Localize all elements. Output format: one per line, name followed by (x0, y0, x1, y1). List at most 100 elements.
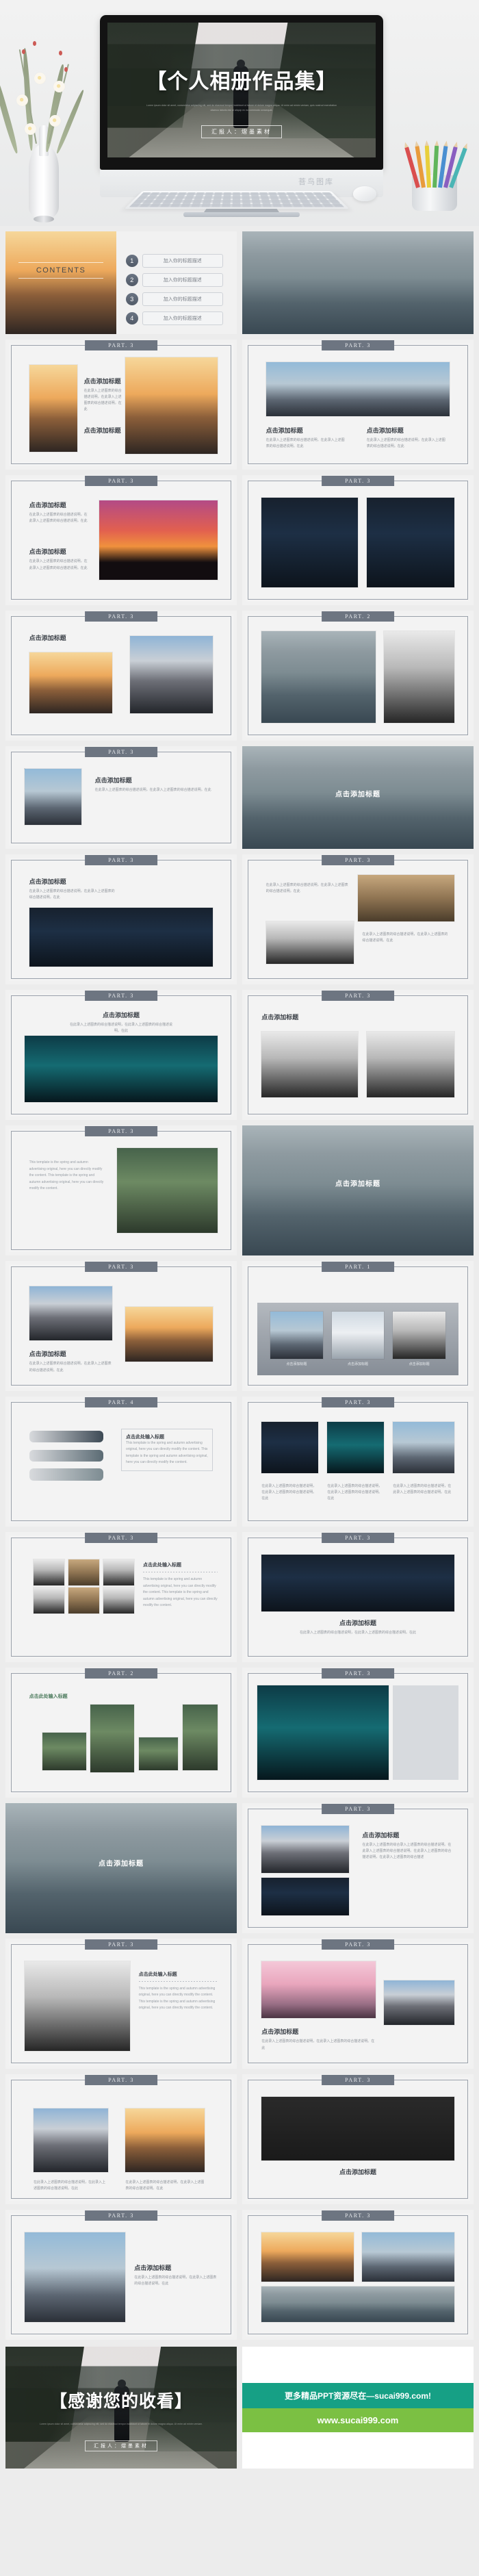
photo-placeholder (384, 630, 454, 723)
slide-surface: PART. 3 点击添加标题 在此录入上述图表的综合录入上述图表的综合描述说明。… (246, 1804, 470, 1930)
photo-placeholder (129, 635, 213, 714)
overlay-title: 点击添加标题 (335, 791, 380, 799)
slide-thumb-dark-city-text[interactable]: PART. 3 点击添加标题 在此录入上述图表的综合描述说明，在此录入上述图表的… (5, 854, 237, 984)
slide-thumb-venice-full[interactable] (242, 231, 474, 334)
slide-title: 点击添加标题 (83, 377, 121, 385)
slide-thumb-tech-night[interactable]: PART. 3 点击添加标题 在此录入上述图表的综合描述说明，在此录入上述图表的… (5, 990, 237, 1120)
photo-placeholder (331, 1312, 385, 1360)
part-tag: PART. 3 (322, 991, 394, 1001)
slide-thumb-cityscape-gray-panel[interactable]: PART. 3 (242, 1668, 474, 1798)
slide-thumb-venice-boats[interactable]: PART. 2 (242, 611, 474, 741)
text-block: 点击此处输入标题 This template is the spring and… (143, 1561, 218, 1609)
slide-body-en: This template is the spring and autumn a… (138, 1986, 216, 2011)
text-block: 在此录入上述图表的综合描述说明，在此录入上述图表的综合描述说明。在此 (261, 1481, 318, 1503)
venice-photo (242, 231, 474, 334)
contents-photo (5, 231, 117, 334)
text-block: 点击添加标题 在此录入上述图表的综合描述说明，在此录入上述图表的综合描述说明。在… (68, 1010, 174, 1035)
slide-thumb-skyline-pair[interactable]: PART. 3 点击添加标题 (5, 611, 237, 741)
slide-thumb-venice-overlay[interactable]: 点击添加标题 (242, 1125, 474, 1255)
slide-thumb-gradient-bars[interactable]: PART. 4 点击此处输入标题 This template is the sp… (5, 1397, 237, 1527)
slide-thumb-night-split[interactable]: PART. 3 (242, 475, 474, 605)
part-tag: PART. 3 (85, 611, 157, 622)
part-tag: PART. 3 (85, 476, 157, 486)
slide-thumb-two-towers[interactable]: PART. 3 在此录入上述图表的综合描述说明，在此录入上述图表的综合描述说明。… (5, 2074, 237, 2204)
slide-body: 在此录入上述图表的综合描述说明，在此录入上述图表的综合描述说明。在此 (29, 1362, 112, 1373)
slide-thumb-city-panorama[interactable]: PART. 3 点击添加标题 在此录入上述图表的综合描述说明，在此录入上述图表的… (242, 340, 474, 470)
slide-thumb-mosaic-gray[interactable]: PART. 3 点击此处输入标题 This template is the sp… (5, 1532, 237, 1662)
slide-surface: 点击添加标题 (5, 1803, 237, 1933)
photo-placeholder (261, 498, 358, 587)
slide-thumb-coast-collage[interactable]: PART. 3 点击添加标题 在此录入上述图表的综合描述说明，在此录入上述图表的… (5, 746, 237, 849)
photo-placeholder (25, 768, 82, 825)
panel-caption: 点击添加标题 (347, 1362, 368, 1366)
slide-body-en: This template is the spring and autumn a… (126, 1440, 208, 1465)
slide-thumb-night-city-text[interactable]: PART. 3 点击添加标题 在此录入上述图表的综合描述说明，在此录入上述图表的… (242, 1532, 474, 1662)
photo-placeholder (257, 1685, 389, 1780)
slide-thumb-colosseum-mono[interactable]: PART. 3 点击添加标题 (242, 990, 474, 1120)
slide-thumb-pink-skyline[interactable]: PART. 3 点击添加标题 在此录入上述图表的综合描述说明，在此录入上述图表的… (242, 1939, 474, 2069)
text-block: 点击添加标题 在此录入上述图表的综合描述说明，在此录入上述图表的综合描述说明。在… (84, 377, 124, 413)
slide-thumb-venice-hero[interactable]: 点击添加标题 (5, 1803, 237, 1933)
thank-you-subtext: Lorem ipsum dolor sit amet, consectetur … (39, 2423, 203, 2426)
slide-thumb-sunset-duo[interactable]: PART. 3 点击添加标题 在此录入上述图表的综合描述说明，在此录入上述图表的… (5, 340, 237, 470)
slide-thumb-collage-text[interactable]: PART. 3 点击添加标题 在此录入上述图表的综合录入上述图表的综合描述说明。… (242, 1803, 474, 1933)
slide-thumb-sunset-lamps[interactable]: PART. 3 点击添加标题 在此录入上述图表的综合描述说明，在此录入上述图表的… (5, 475, 237, 605)
thank-you-heading: 【感谢您的收看】 (49, 2391, 192, 2412)
slide-body-en: This template is the spring and autumn a… (29, 1160, 104, 1191)
part-tag: PART. 3 (322, 1397, 394, 1407)
slide-title: 点击添加标题 (134, 2264, 172, 2271)
slide-body: 在此录入上述图表的综合描述说明，在此录入上述图表的综合描述说明。在此 (327, 1483, 383, 1501)
slide-thumb-contents[interactable]: CONTENTS 1 加入你的标题描述 2 加入你的标题描述 3 加入你的标题描… (5, 231, 237, 334)
contents-item[interactable]: 3 加入你的标题描述 (125, 292, 223, 306)
photo-placeholder (261, 2232, 354, 2282)
slide-thumb-venice-wide[interactable]: 点击添加标题 (242, 746, 474, 849)
photo-placeholder (261, 1877, 350, 1915)
part-tag: PART. 3 (322, 476, 394, 486)
photo-placeholder (358, 874, 454, 922)
text-block: 在此录入上述图表的综合描述说明，在此录入上述图表的综合描述说明。在此 (362, 929, 450, 945)
photo-placeholder (384, 1980, 454, 2025)
slide-body: 在此录入上述图表的综合描述说明，在此录入上述图表的综合描述说明。在此 (29, 512, 88, 523)
slide-title: 点击添加标题 (366, 426, 404, 434)
slide-thumb-bridge-mono[interactable]: PART. 3 在此录入上述图表的综合描述说明，在此录入上述图表的综合描述说明。… (242, 854, 474, 984)
slide-thumb-quote-en[interactable]: PART. 3 This template is the spring and … (5, 1125, 237, 1255)
slide-title: 点击添加标题 (29, 501, 66, 509)
promo-banner-primary[interactable]: 更多精品PPT资源尽在—sucai999.com! (242, 2383, 474, 2408)
slide-thumb-pavement-text[interactable]: PART. 3 点击此处输入标题 This template is the sp… (5, 1939, 237, 2069)
photo-placeholder (90, 1704, 135, 1773)
photo-placeholder (125, 357, 218, 455)
photo-placeholder (261, 630, 376, 723)
pencil-cup-decoration (402, 129, 468, 211)
slide-thumb-skyline-two[interactable]: PART. 3 点击添加标题 在此录入上述图表的综合描述说明，在此录入上述图表的… (5, 1261, 237, 1391)
thank-you-slide[interactable]: 【感谢您的收看】 Lorem ipsum dolor sit amet, con… (5, 2347, 237, 2469)
slide-body: 在此录入上述图表的综合描述说明，在此录入上述图表的综合描述说明。在此 (94, 788, 211, 793)
part-tag: PART. 3 (322, 1804, 394, 1814)
photo-placeholder (266, 921, 354, 965)
photo-placeholder (261, 1031, 358, 1097)
monitor-screen-bezel: 【个人相册作品集】 Lorem ipsum dolor sit amet, co… (100, 15, 383, 170)
slide-thumb-street-rain[interactable]: PART. 3 点击添加标题 在此录入上述图表的综合描述说明，在此录入上述图表的… (5, 2210, 237, 2340)
photo-placeholder (68, 1587, 99, 1614)
text-block: 点击此处输入标题 This template is the spring and… (121, 1428, 213, 1471)
slide-thumb-harbor-wide[interactable]: PART. 3 (242, 2210, 474, 2340)
slide-surface: PART. 3 点击添加标题 在此录入上述图表的综合描述说明，在此录入上述图表的… (246, 1939, 470, 2065)
slide-surface: PART. 3 在此录入上述图表的综合描述说明，在此录入上述图表的综合描述说明。… (246, 855, 470, 981)
contents-item[interactable]: 1 加入你的标题描述 (125, 254, 223, 268)
part-tag: PART. 3 (322, 340, 394, 350)
slide-thumb-three-panel[interactable]: PART. 1 点击添加标题 点击添加标题 点击添加标题 (242, 1261, 474, 1391)
contents-item[interactable]: 2 加入你的标题描述 (125, 273, 223, 287)
slide-thumb-lone-figure-mono[interactable]: PART. 3 点击添加标题 (242, 2074, 474, 2204)
slide-surface: PART. 2 (246, 611, 470, 737)
slide-thumb-green-leaf-panels[interactable]: PART. 2 点击此处输入标题 (5, 1668, 237, 1798)
text-block: 在此录入上述图表的综合描述说明，在此录入上述图表的综合描述说明。在此 (125, 2177, 204, 2193)
keyboard-mockup (124, 191, 350, 209)
photo-placeholder (362, 2232, 454, 2282)
photo-placeholder (366, 498, 454, 587)
slide-thumb-street-trio[interactable]: PART. 3 在此录入上述图表的综合描述说明，在此录入上述图表的综合描述说明。… (242, 1397, 474, 1527)
contents-item[interactable]: 4 加入你的标题描述 (125, 311, 223, 325)
promo-banner-website[interactable]: www.sucai999.com (242, 2408, 474, 2432)
photo-placeholder (34, 2108, 108, 2173)
divider-dots (138, 1980, 218, 1982)
overlay-title: 点击添加标题 (99, 1860, 144, 1868)
bar-shape (29, 1449, 104, 1462)
